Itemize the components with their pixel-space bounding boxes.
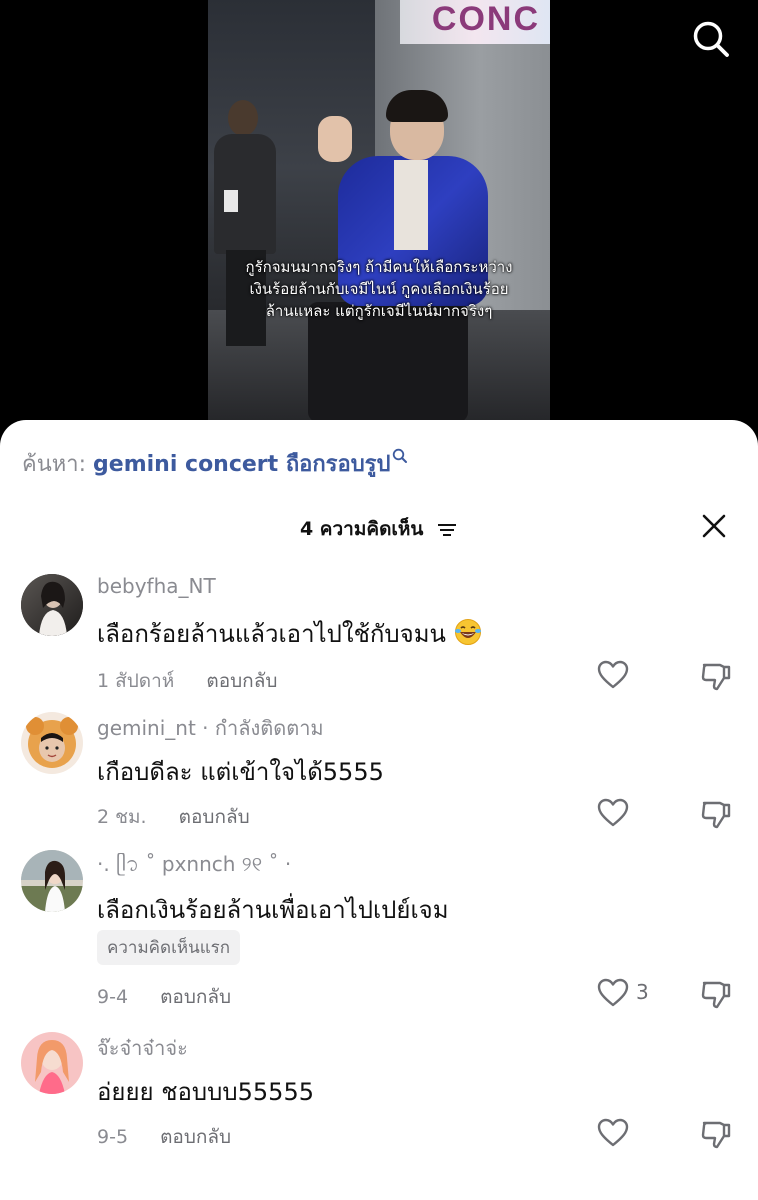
comment-count-label: 4 ความคิดเห็น — [299, 518, 424, 540]
dislike-button[interactable] — [700, 660, 732, 692]
avatar[interactable] — [21, 1032, 83, 1094]
search-suggestion-term[interactable]: gemini concert ถือกรอบรูป — [93, 452, 390, 477]
comment-item: bebyfha_NT เลือกร้อยล้านแล้วเอาไปใช้กับจ… — [0, 572, 758, 702]
heart-icon — [597, 1118, 629, 1147]
close-icon — [702, 514, 726, 538]
comment-meta: 9-4 ตอบกลับ — [97, 982, 231, 1012]
comment-time: 2 ชม. — [97, 806, 147, 828]
comment-meta: 1 สัปดาห์ ตอบกลับ — [97, 666, 277, 696]
comment-item: gemini_nt · กำลังติดตาม เกือบดีละ แต่เข้… — [0, 710, 758, 840]
close-button[interactable] — [700, 512, 728, 540]
dislike-button[interactable] — [700, 798, 732, 830]
heart-icon — [597, 978, 629, 1007]
laughing-with-tears-emoji — [454, 619, 481, 645]
video-frame[interactable]: CONC กูรักจมนมากจริงๆ ถ้ามีคนให้เลือกระห… — [208, 0, 550, 420]
avatar[interactable] — [21, 712, 83, 774]
like-button[interactable] — [597, 660, 629, 690]
comments-sheet: ค้นหา: gemini concert ถือกรอบรูป 4 ความค… — [0, 420, 758, 1200]
comment-text-content: เลือกร้อยล้านแล้วเอาไปใช้กับจมน — [97, 620, 446, 648]
comment-meta: 2 ชม. ตอบกลับ — [97, 802, 250, 832]
comment-text: เลือกเงินร้อยล้านเพื่อเอาไปเปย์เจม — [97, 896, 449, 924]
comment-time: 1 สัปดาห์ — [97, 670, 175, 692]
search-suggestion[interactable]: ค้นหา: gemini concert ถือกรอบรูป — [22, 446, 408, 481]
comment-text: เลือกร้อยล้านแล้วเอาไปใช้กับจมน — [97, 614, 482, 653]
heart-icon — [597, 798, 629, 827]
search-icon — [693, 21, 729, 57]
reply-button[interactable]: ตอบกลับ — [179, 806, 250, 828]
comment-text: เกือบดีละ แต่เข้าใจได้5555 — [97, 758, 384, 786]
comment-text: อ่ยยย ชอบบบ55555 — [97, 1078, 314, 1106]
sort-filter-icon[interactable] — [436, 522, 458, 538]
like-button[interactable] — [597, 798, 629, 828]
comment-item: จ๊ะจ๋าจ๋าจ่ะ อ่ยยย ชอบบบ55555 9-5 ตอบกลั… — [0, 1030, 758, 1170]
reply-button[interactable]: ตอบกลับ — [206, 670, 277, 692]
caption-line: ล้านแหละ แต่กูรักเจมีไนน์มากจริงๆ — [265, 302, 493, 320]
like-button[interactable] — [597, 1118, 629, 1148]
search-suggestion-prefix: ค้นหา: — [22, 452, 87, 477]
video-person-performer — [298, 90, 498, 420]
comment-time: 9-4 — [97, 986, 129, 1008]
dislike-button[interactable] — [700, 1118, 732, 1150]
reply-button[interactable]: ตอบกลับ — [160, 986, 231, 1008]
comment-meta: 9-5 ตอบกลับ — [97, 1122, 231, 1152]
search-button[interactable] — [690, 18, 732, 60]
comments-header: 4 ความคิดเห็น — [0, 512, 758, 542]
comment-username[interactable]: ·. ᥫ᭡ ˚ pxnnch ୨୧ ˚ · — [97, 850, 291, 886]
thumbs-down-icon — [701, 1121, 731, 1149]
dislike-button[interactable] — [700, 978, 732, 1010]
like-button[interactable] — [597, 978, 629, 1008]
thumbs-down-icon — [701, 663, 731, 691]
comment-time: 9-5 — [97, 1126, 129, 1148]
heart-icon — [597, 660, 629, 689]
avatar[interactable] — [21, 850, 83, 912]
comment-item: ·. ᥫ᭡ ˚ pxnnch ୨୧ ˚ · เลือกเงินร้อยล้านเ… — [0, 848, 758, 1028]
comment-username[interactable]: จ๊ะจ๋าจ๋าจ่ะ — [97, 1032, 188, 1064]
small-search-icon — [393, 448, 408, 463]
caption-line: กูรักจมนมากจริงๆ ถ้ามีคนให้เลือกระหว่าง — [245, 258, 513, 276]
caption-line: เงินร้อยล้านกับเจมีไนน์ กูคงเลือกเงินร้อ… — [249, 280, 509, 298]
comment-username[interactable]: bebyfha_NT — [97, 574, 216, 598]
first-comment-badge: ความคิดเห็นแรก — [97, 930, 241, 965]
video-player[interactable]: CONC กูรักจมนมากจริงๆ ถ้ามีคนให้เลือกระห… — [0, 0, 758, 440]
like-count: 3 — [636, 980, 649, 1004]
reply-button[interactable]: ตอบกลับ — [160, 1126, 231, 1148]
comment-username[interactable]: gemini_nt · กำลังติดตาม — [97, 712, 324, 744]
thumbs-down-icon — [701, 981, 731, 1009]
video-caption: กูรักจมนมากจริงๆ ถ้ามีคนให้เลือกระหว่าง … — [208, 256, 550, 322]
video-banner-text: CONC — [431, 0, 540, 38]
comment-count: 4 ความคิดเห็น — [0, 514, 758, 544]
thumbs-down-icon — [701, 801, 731, 829]
avatar[interactable] — [21, 574, 83, 636]
